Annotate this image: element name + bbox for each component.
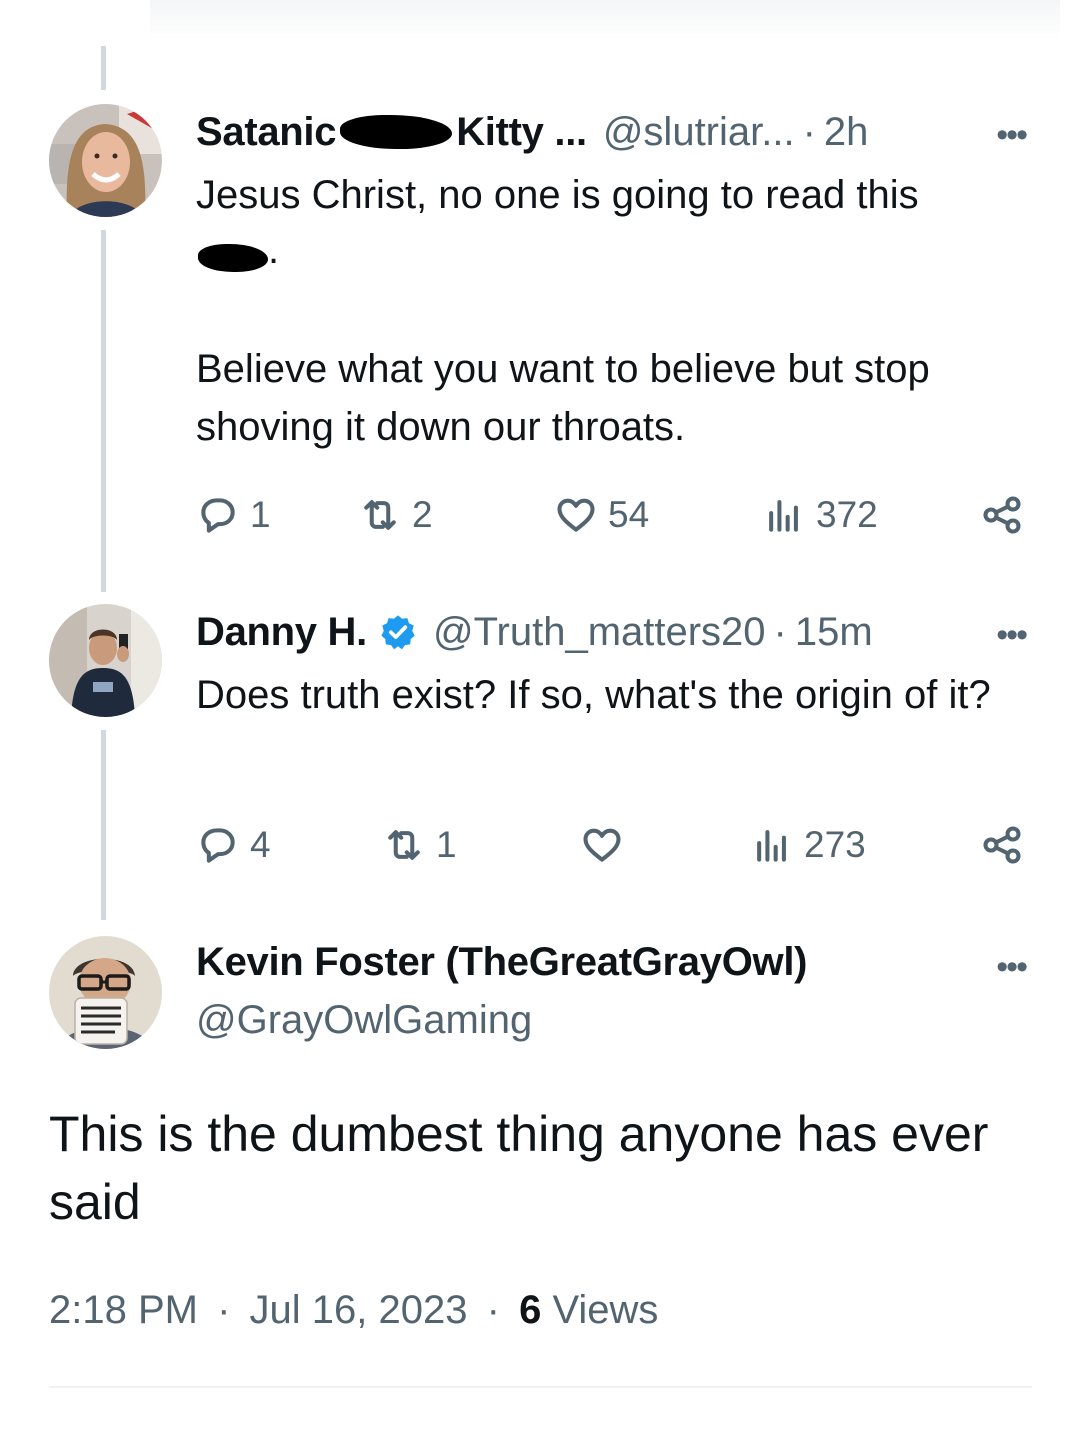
reply-button[interactable]: 1 — [196, 490, 271, 540]
more-icon[interactable]: ••• — [996, 618, 1028, 652]
views-icon — [769, 500, 798, 532]
reply-count: 4 — [250, 824, 271, 865]
like-button[interactable] — [580, 820, 634, 870]
views-count: 273 — [804, 824, 866, 865]
separator-dot: · — [486, 1288, 500, 1332]
author-header: Kevin Foster (TheGreatGrayOwl) — [196, 936, 807, 988]
retweet-button[interactable]: 1 — [382, 820, 457, 870]
avatar[interactable] — [49, 604, 162, 717]
reply-header: Danny H. @Truth_matters20 · 15m — [196, 606, 873, 658]
share-icon — [983, 496, 1021, 534]
user-handle[interactable]: @Truth_matters20 — [433, 610, 766, 655]
thread-line-2 — [101, 730, 106, 920]
more-icon[interactable]: ••• — [996, 950, 1028, 984]
like-count: 54 — [608, 494, 650, 535]
timestamp[interactable]: 2h — [824, 110, 869, 155]
views-count: 6 — [519, 1288, 542, 1332]
author-handle-row: @GrayOwlGaming — [196, 994, 532, 1046]
tweet-date[interactable]: Jul 16, 2023 — [250, 1288, 468, 1332]
avatar[interactable] — [49, 104, 162, 217]
views-icon — [757, 830, 786, 862]
action-bar: 1 2 54 372 — [196, 490, 1036, 540]
display-name-part2[interactable]: Kitty ... — [456, 110, 587, 155]
retweet-count: 1 — [436, 824, 457, 865]
views-button[interactable]: 273 — [750, 820, 866, 870]
retweet-button[interactable]: 2 — [358, 490, 433, 540]
like-button[interactable]: 54 — [554, 490, 649, 540]
tweet-text: This is the dumbest thing anyone has eve… — [49, 1106, 989, 1230]
share-button[interactable] — [980, 490, 1024, 540]
reply-header: Satanic Kitty ... @slutriar... · 2h — [196, 106, 868, 158]
reply-icon — [201, 828, 235, 863]
separator-dot: · — [773, 609, 787, 654]
timestamp[interactable]: 15m — [795, 610, 873, 655]
divider — [49, 1386, 1032, 1388]
views-button[interactable]: 372 — [762, 490, 878, 540]
tweet-meta: 2:18 PM · Jul 16, 2023 · 6 Views — [49, 1288, 658, 1333]
like-icon — [557, 498, 595, 532]
display-name[interactable]: Kevin Foster (TheGreatGrayOwl) — [196, 940, 807, 985]
verified-badge-icon — [381, 615, 415, 650]
redaction-mark — [340, 115, 453, 149]
share-button[interactable] — [980, 820, 1024, 870]
retweet-icon — [364, 500, 396, 530]
views-label: Views — [552, 1288, 659, 1332]
views-count: 372 — [816, 494, 878, 535]
thread-line-top — [101, 46, 106, 90]
display-name-part1[interactable]: Satanic — [196, 110, 336, 155]
reply-icon — [201, 498, 235, 533]
separator-dot: · — [217, 1288, 231, 1332]
previous-content-fade — [150, 0, 1060, 40]
share-icon — [983, 826, 1021, 864]
tweet-time[interactable]: 2:18 PM — [49, 1288, 198, 1332]
tweet-text: Does truth exist? If so, what's the orig… — [196, 673, 991, 717]
display-name[interactable]: Danny H. — [196, 610, 367, 655]
thread-line-1 — [101, 230, 106, 592]
reply-button[interactable]: 4 — [196, 820, 271, 870]
separator-dot: · — [802, 109, 816, 154]
user-handle[interactable]: @GrayOwlGaming — [196, 998, 532, 1043]
avatar[interactable] — [49, 936, 162, 1049]
more-icon[interactable]: ••• — [996, 118, 1028, 152]
censored-word-period: . — [268, 228, 280, 272]
reply-count: 1 — [250, 494, 271, 535]
redaction-mark — [198, 244, 268, 272]
action-bar: 4 1 273 — [196, 820, 1036, 870]
retweet-icon — [388, 830, 420, 860]
retweet-count: 2 — [412, 494, 433, 535]
like-icon — [583, 828, 621, 862]
tweet-text: Jesus Christ, no one is going to read th… — [196, 173, 930, 449]
user-handle[interactable]: @slutriar... — [603, 110, 795, 155]
